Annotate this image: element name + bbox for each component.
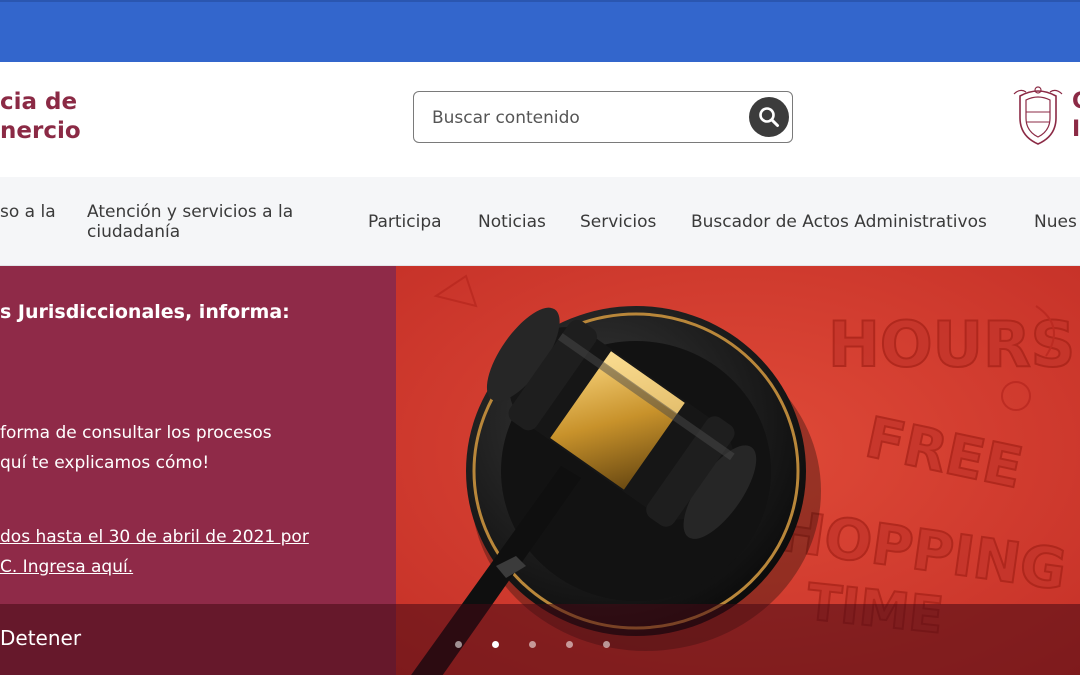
logo-line-2: nercio [0, 118, 81, 144]
doodle-word-hours: HOURS [828, 308, 1075, 381]
hero-description: forma de consultar los procesos quí te e… [0, 418, 272, 478]
logo-line-1: cia de [0, 89, 78, 115]
nav-item-label-2: ciudadanía [87, 222, 181, 242]
nav-item-label: so a la [0, 202, 56, 222]
hero-link-line-1: dos hasta el 30 de abril de 2021 por [0, 527, 309, 547]
site-logo[interactable]: cia de nercio [0, 88, 81, 146]
carousel-controls: Detener [0, 604, 1080, 675]
hero-description-line-2: quí te explicamos cómo! [0, 453, 210, 473]
search-icon [759, 107, 779, 127]
carousel-dot-5[interactable] [603, 641, 610, 648]
site-header: cia de nercio C I [0, 62, 1080, 177]
nav-item-label: Atención y servicios a la [87, 202, 294, 222]
carousel-dot-1[interactable] [455, 641, 462, 648]
search-input[interactable] [432, 105, 742, 131]
coat-of-arms-icon [1013, 86, 1063, 145]
nav-item-label: Buscador de Actos Administrativos [691, 212, 987, 232]
nav-item-label: Nues [1034, 212, 1077, 232]
hero-link[interactable]: dos hasta el 30 de abril de 2021 por C. … [0, 522, 309, 582]
hero-title: s Jurisdiccionales, informa: [0, 301, 290, 323]
nav-item-participa[interactable]: Participa [368, 212, 442, 232]
nav-item-label: Noticias [478, 212, 546, 232]
carousel-stop-button[interactable]: Detener [0, 626, 81, 650]
carousel-dot-3[interactable] [529, 641, 536, 648]
search-box [413, 91, 793, 143]
nav-item-atencion[interactable]: Atención y servicios a la ciudadanía [87, 202, 293, 242]
ministry-logo-line-1: C [1072, 88, 1080, 116]
hero-description-line-1: forma de consultar los procesos [0, 423, 272, 443]
ministry-logo-line-2: I [1072, 117, 1080, 142]
top-government-bar [0, 0, 1080, 62]
nav-item-noticias[interactable]: Noticias [478, 212, 546, 232]
nav-item-label: Participa [368, 212, 442, 232]
carousel-indicators [455, 641, 610, 648]
nav-item-label: Servicios [580, 212, 657, 232]
search-button[interactable] [749, 97, 789, 137]
carousel-dot-4[interactable] [566, 641, 573, 648]
nav-item-acceso[interactable]: so a la [0, 202, 56, 222]
carousel-dot-2[interactable] [492, 641, 499, 648]
ministry-logo[interactable]: C I [1072, 88, 1080, 144]
main-navigation: so a la Atención y servicios a la ciudad… [0, 177, 1080, 266]
nav-item-servicios[interactable]: Servicios [580, 212, 656, 232]
hero-carousel: s Jurisdiccionales, informa: forma de co… [0, 266, 1080, 675]
nav-item-buscador-actos[interactable]: Buscador de Actos Administrativos [691, 212, 987, 232]
nav-item-nuestra-entidad[interactable]: Nues [1034, 212, 1077, 232]
hero-link-line-2: C. Ingresa aquí. [0, 557, 134, 577]
